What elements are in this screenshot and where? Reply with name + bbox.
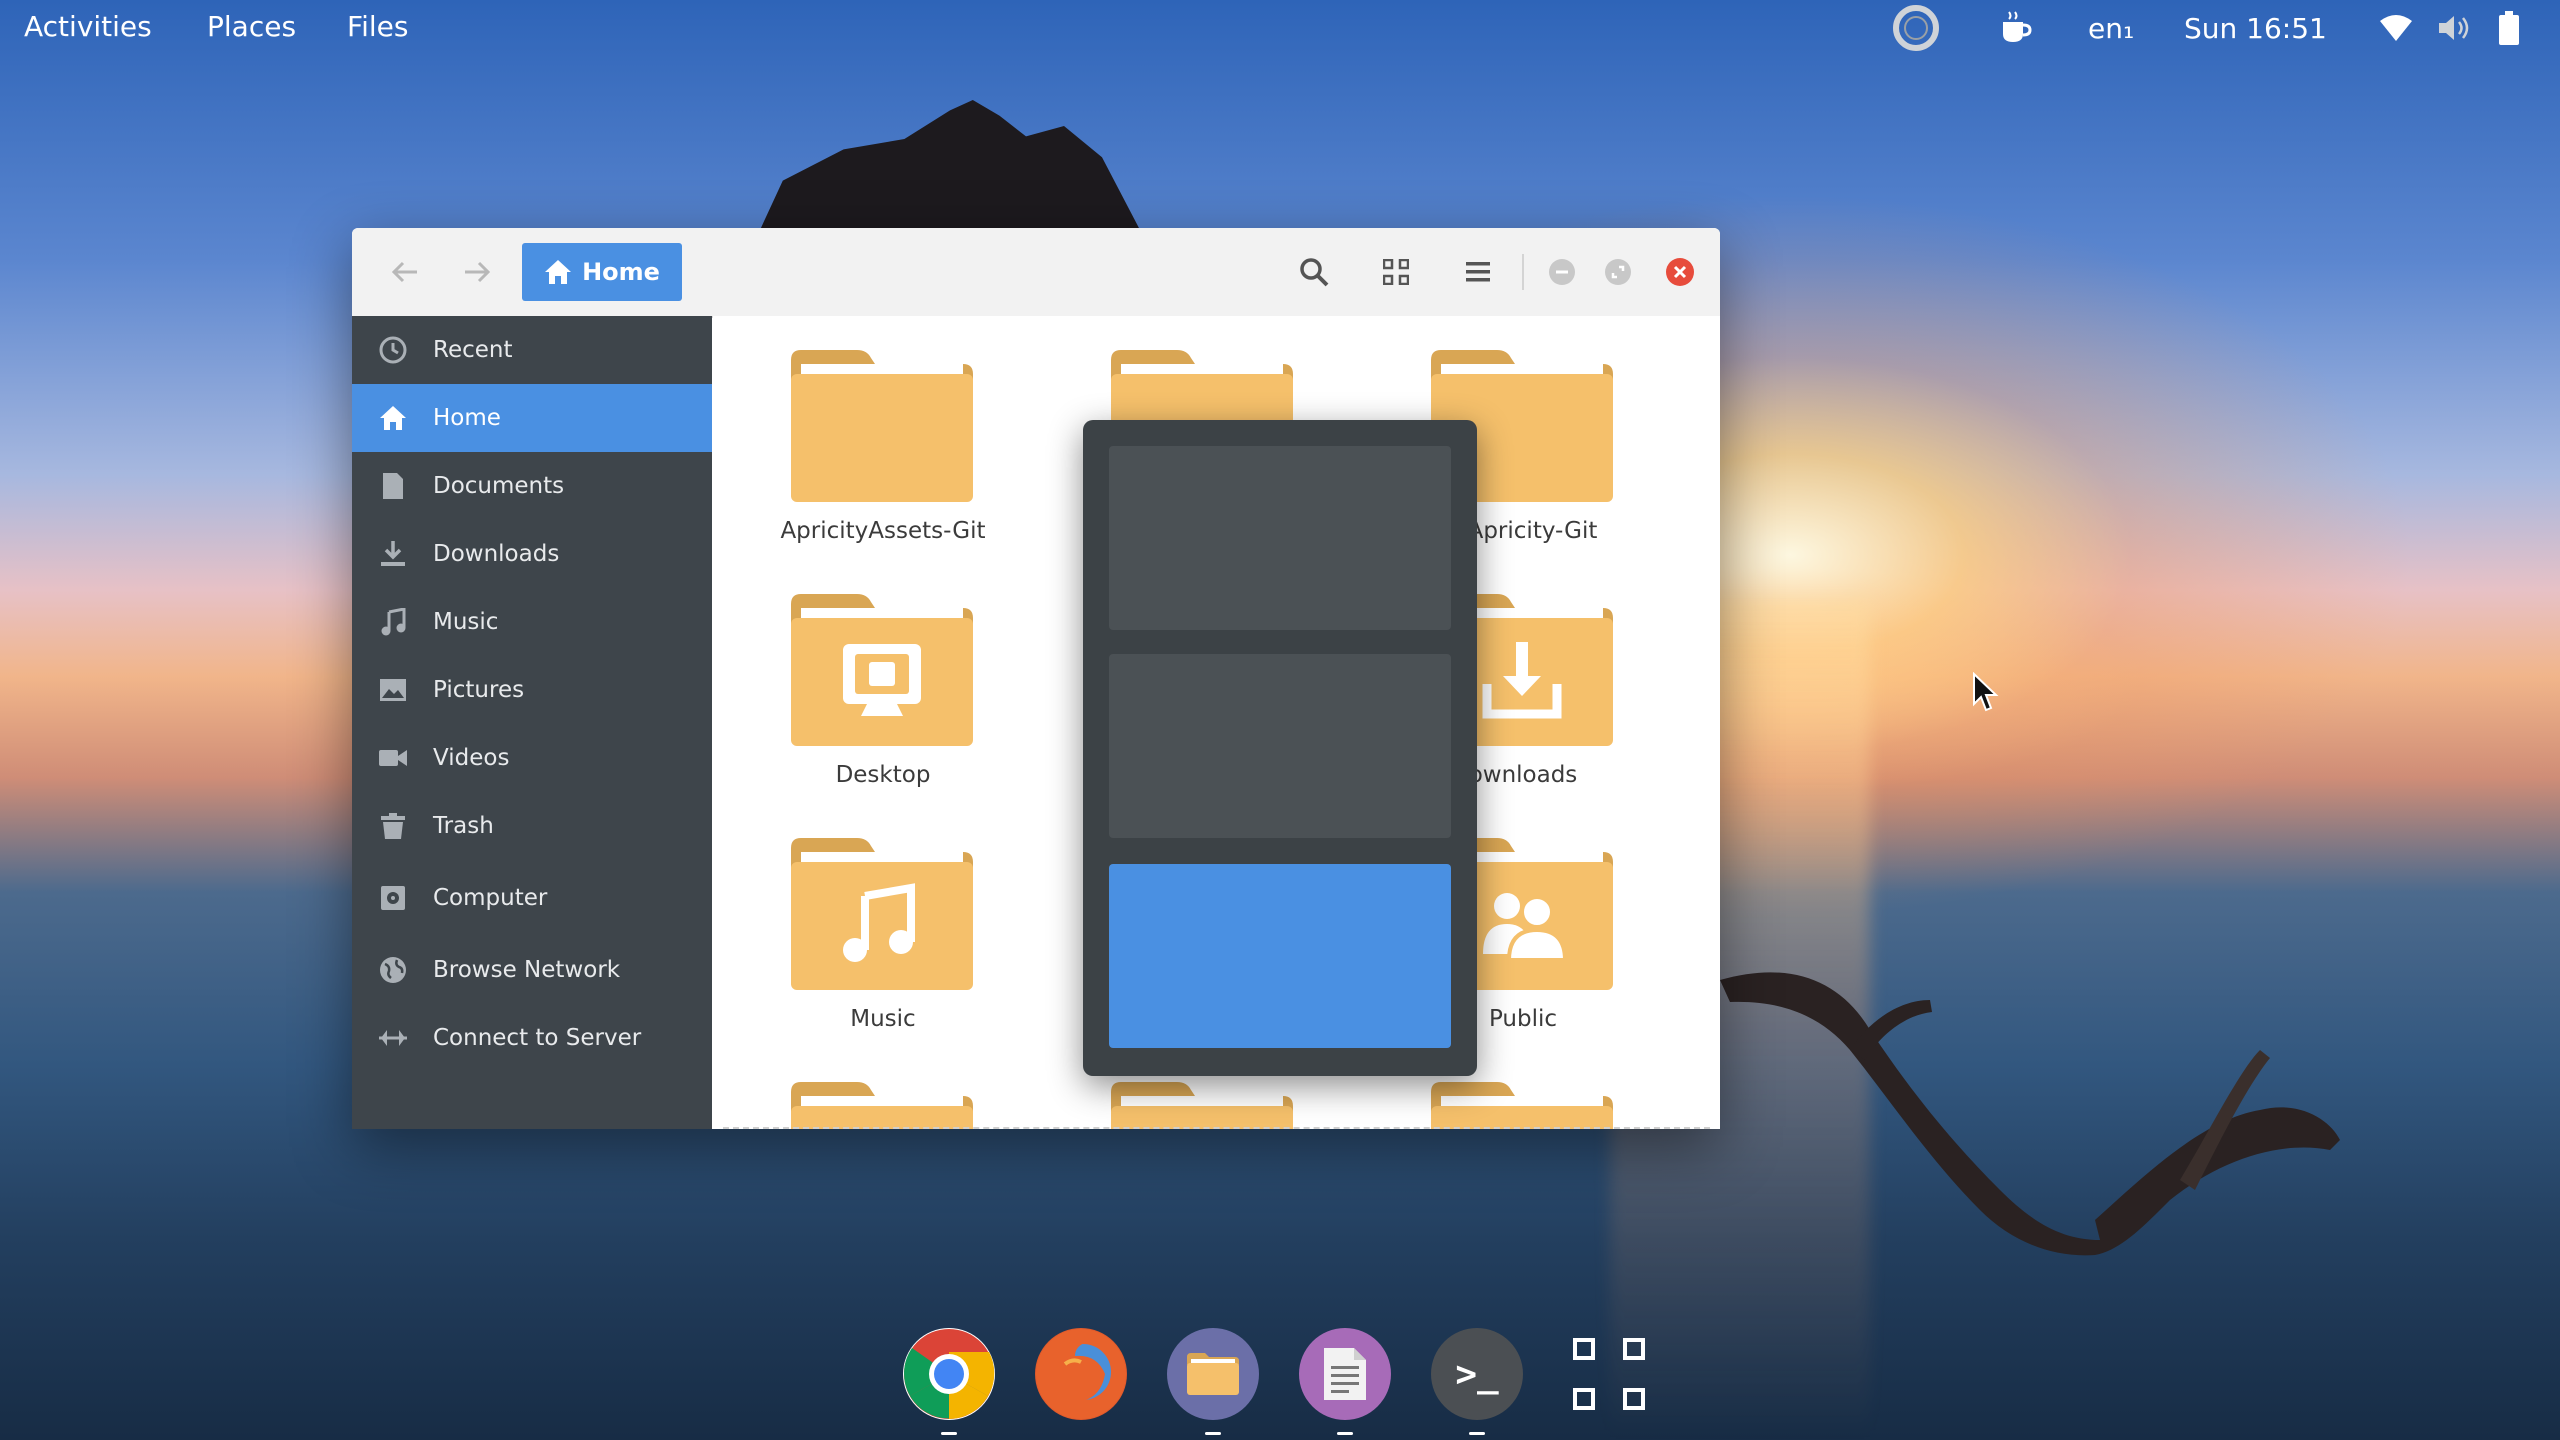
mouse-cursor-icon — [1973, 672, 1999, 712]
running-indicator — [1205, 1432, 1221, 1435]
folder-label: Music — [850, 1006, 916, 1032]
back-button[interactable] — [382, 246, 428, 298]
folder-item[interactable]: ApricityAssets-Git — [753, 346, 993, 576]
sidebar-item-home[interactable]: Home — [352, 384, 712, 452]
sidebar-item-trash[interactable]: Trash — [352, 792, 712, 860]
sidebar-item-label: Downloads — [433, 541, 560, 567]
sidebar-item-label: Recent — [433, 337, 513, 363]
sidebar-item-label: Trash — [433, 813, 494, 839]
home-icon — [545, 260, 572, 284]
sidebar-item-recent[interactable]: Recent — [352, 316, 712, 384]
sidebar-item-computer[interactable]: Computer — [352, 864, 712, 932]
sidebar-item-label: Browse Network — [433, 957, 621, 983]
keyboard-layout-indicator[interactable]: en₁ — [2088, 6, 2134, 50]
sidebar-item-label: Connect to Server — [433, 1025, 642, 1051]
desktop-folder-icon — [791, 594, 973, 746]
close-icon — [1666, 258, 1694, 286]
sidebar-item-pictures[interactable]: Pictures — [352, 656, 712, 724]
sidebar-item-label: Videos — [433, 745, 510, 771]
minimize-icon — [1549, 259, 1575, 285]
app-grid-icon[interactable] — [1563, 1328, 1655, 1420]
video-camera-icon — [378, 743, 408, 773]
popup-option[interactable] — [1109, 446, 1451, 630]
forward-button[interactable] — [454, 246, 500, 298]
clock[interactable]: Sun 16:51 — [2184, 6, 2327, 50]
maximize-icon — [1605, 259, 1631, 285]
header-separator — [1522, 254, 1524, 290]
download-icon — [378, 539, 408, 569]
folder-icon[interactable] — [1427, 1078, 1617, 1129]
battery-icon[interactable] — [2498, 6, 2520, 50]
chrome-icon[interactable] — [903, 1328, 995, 1420]
server-connect-icon — [378, 1023, 408, 1053]
globe-icon — [378, 955, 408, 985]
view-bottom-edge — [723, 1127, 1710, 1129]
folder-label: Desktop — [835, 762, 931, 788]
running-indicator — [1469, 1432, 1485, 1435]
places-menu[interactable]: Places — [207, 10, 296, 43]
files-app-menu[interactable]: Files — [347, 10, 408, 43]
search-icon — [1300, 258, 1329, 287]
music-folder-icon — [791, 838, 973, 990]
sidebar-item-videos[interactable]: Videos — [352, 724, 712, 792]
caffeine-cup-icon[interactable] — [1998, 6, 2034, 50]
grid-icon — [1383, 259, 1409, 285]
sidebar-item-documents[interactable]: Documents — [352, 452, 712, 520]
header-bar: Home — [352, 228, 1720, 318]
sidebar-item-browse-network[interactable]: Browse Network — [352, 936, 712, 1004]
search-button[interactable] — [1288, 246, 1340, 298]
wallpaper-driftwood — [1720, 972, 2340, 1256]
terminal-glyph: >_ — [1455, 1353, 1499, 1395]
home-icon — [378, 403, 408, 433]
document-icon — [378, 471, 408, 501]
terminal-icon[interactable]: >_ — [1431, 1328, 1523, 1420]
sidebar-item-label: Music — [433, 609, 499, 635]
folder-label: ApricityAssets-Git — [780, 518, 986, 544]
sidebar-item-label: Pictures — [433, 677, 525, 703]
text-editor-icon[interactable] — [1299, 1328, 1391, 1420]
sidebar-item-label: Documents — [433, 473, 565, 499]
folder-icon[interactable] — [787, 1078, 977, 1129]
running-indicator — [1337, 1432, 1353, 1435]
sidebar-item-label: Computer — [433, 885, 548, 911]
sidebar: Recent Home Documents Downloads Music Pi… — [352, 316, 712, 1129]
volume-icon[interactable] — [2436, 6, 2472, 50]
files-icon[interactable] — [1167, 1328, 1259, 1420]
popup-option[interactable] — [1109, 654, 1451, 838]
folder-item-music[interactable]: Music — [753, 834, 993, 1064]
popup-option-selected[interactable] — [1109, 864, 1451, 1048]
folder-icon[interactable] — [1107, 1078, 1297, 1129]
picture-icon — [378, 675, 408, 705]
folder-icon — [791, 350, 973, 502]
minimize-button[interactable] — [1545, 246, 1579, 298]
trash-icon — [378, 811, 408, 841]
sidebar-item-connect-to-server[interactable]: Connect to Server — [352, 1004, 712, 1072]
sidebar-item-label: Home — [433, 405, 501, 431]
firefox-icon[interactable] — [1035, 1328, 1127, 1420]
popup-menu — [1083, 420, 1477, 1076]
activities-button[interactable]: Activities — [24, 10, 152, 43]
breadcrumb-home-button[interactable]: Home — [522, 243, 682, 301]
breadcrumb-home-label: Home — [582, 258, 660, 286]
menu-button[interactable] — [1452, 246, 1504, 298]
disk-icon — [378, 883, 408, 913]
sync-icon[interactable] — [1892, 5, 1940, 51]
clock-icon — [378, 335, 408, 365]
sidebar-item-downloads[interactable]: Downloads — [352, 520, 712, 588]
music-note-icon — [378, 607, 408, 637]
hamburger-menu-icon — [1466, 262, 1490, 282]
sidebar-item-music[interactable]: Music — [352, 588, 712, 656]
files-window: Home Recent Home Documents Downloads Mus… — [352, 228, 1720, 1129]
view-grid-button[interactable] — [1370, 246, 1422, 298]
folder-item-desktop[interactable]: Desktop — [753, 590, 993, 820]
top-bar: Activities Places Files en₁ Sun 16:51 — [0, 0, 2560, 56]
wifi-icon[interactable] — [2378, 6, 2414, 50]
maximize-button[interactable] — [1601, 246, 1635, 298]
wallpaper-rock — [760, 100, 1140, 230]
running-indicator — [941, 1432, 957, 1435]
close-button[interactable] — [1663, 246, 1697, 298]
